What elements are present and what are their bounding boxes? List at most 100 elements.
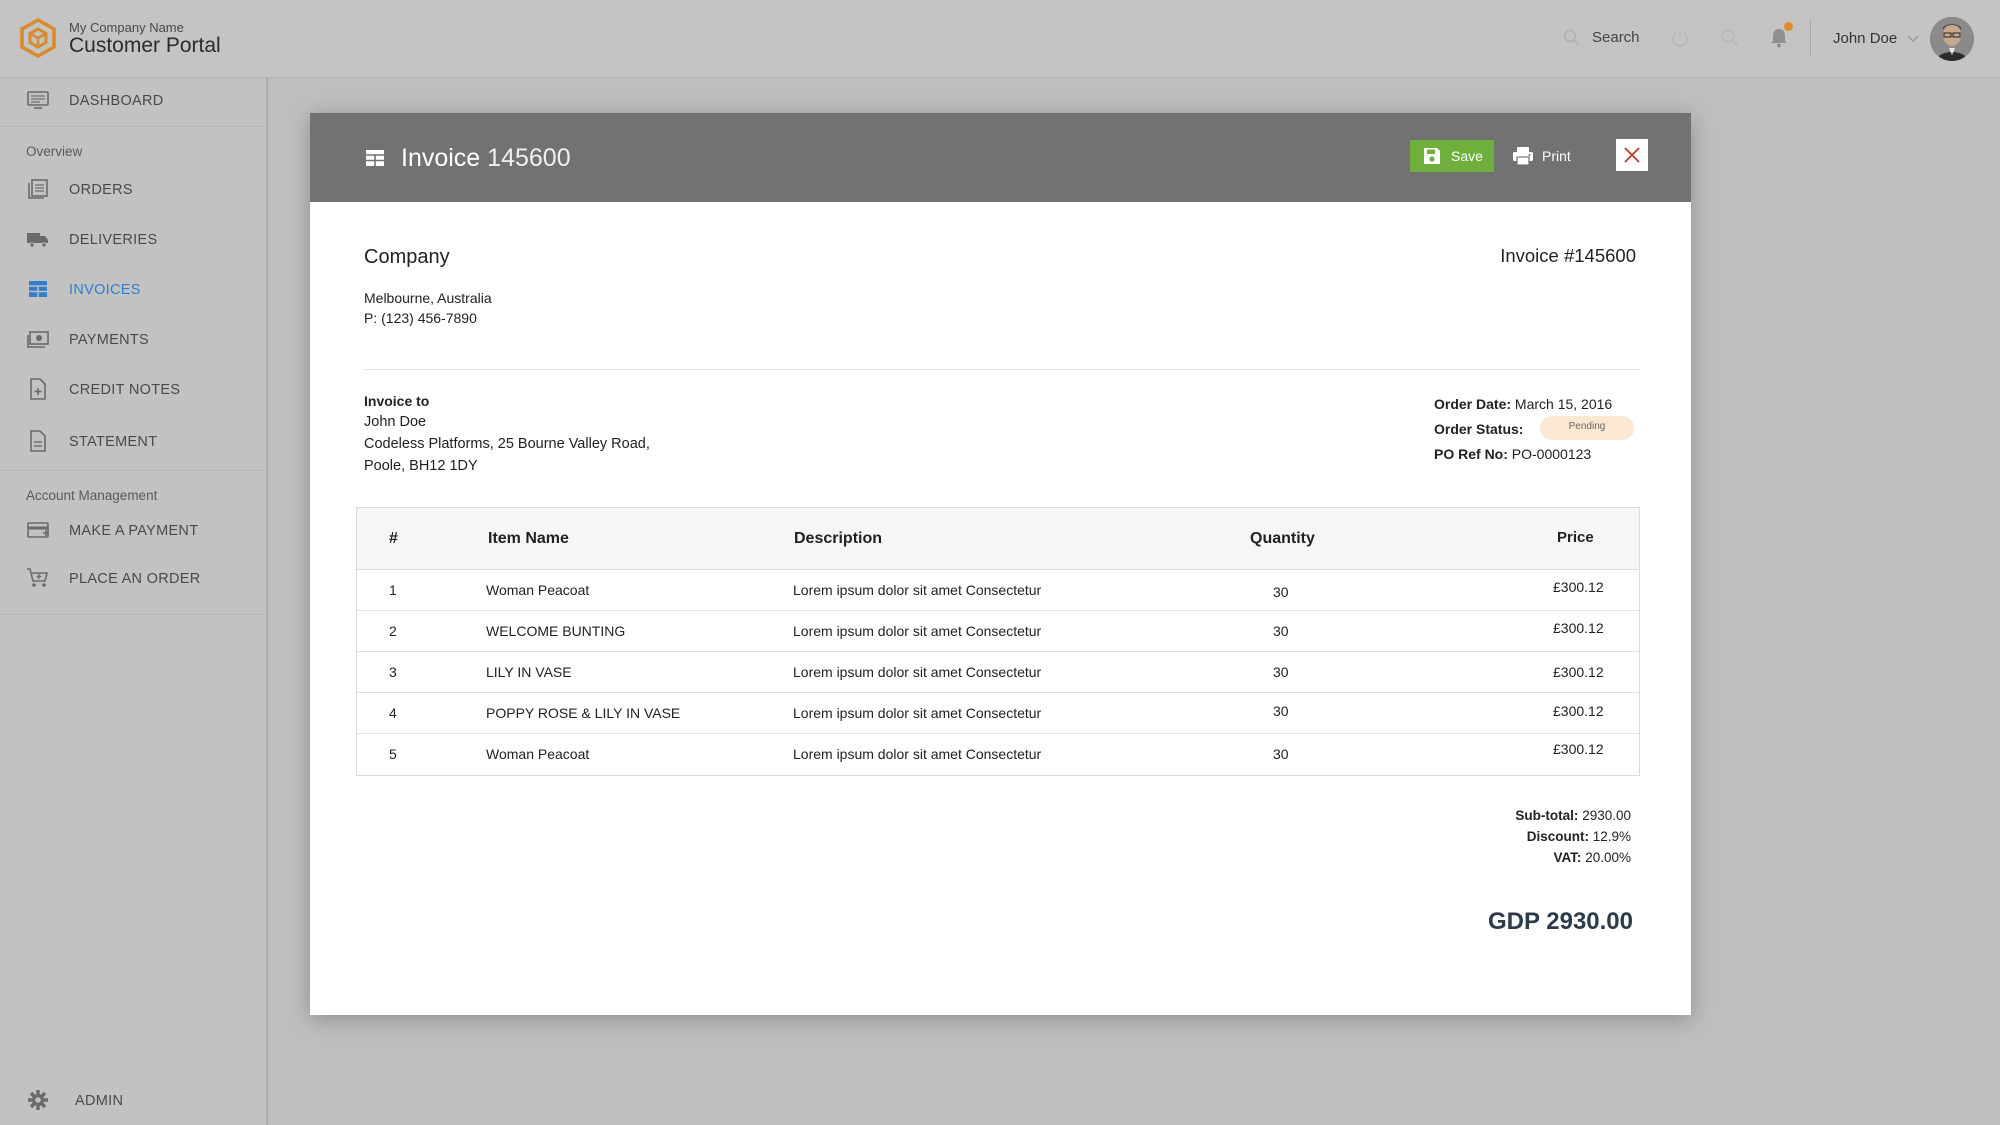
- sidebar-item-invoices[interactable]: INVOICES: [0, 267, 266, 311]
- close-button[interactable]: [1616, 139, 1648, 171]
- company-name-heading: Company: [364, 246, 450, 268]
- header-divider: [1810, 20, 1811, 56]
- sidebar-item-orders[interactable]: ORDERS: [0, 167, 266, 211]
- row-description: Lorem ipsum dolor sit amet Consectetur: [793, 705, 1042, 721]
- modal-title: Invoice 145600: [401, 144, 571, 173]
- invoice-modal: Invoice 145600 Save Print Company Melbou…: [310, 113, 1691, 1015]
- bill-to-address-line1: Codeless Platforms, 25 Bourne Valley Roa…: [364, 436, 650, 452]
- sidebar-item-label: DASHBOARD: [69, 93, 164, 109]
- company-phone: P: (123) 456-7890: [364, 310, 477, 326]
- row-quantity: 30: [1273, 746, 1289, 762]
- company-name: My Company Name: [69, 20, 184, 35]
- sidebar-item-dashboard[interactable]: DASHBOARD: [0, 78, 266, 122]
- modal-header: Invoice 145600 Save Print: [310, 113, 1691, 202]
- user-name[interactable]: John Doe: [1833, 30, 1897, 47]
- subtotal-label: Sub-total:: [1515, 808, 1579, 823]
- bill-to-name: John Doe: [364, 414, 427, 430]
- row-item-name: Woman Peacoat: [486, 746, 590, 762]
- power-icon[interactable]: [1668, 26, 1692, 50]
- card-icon: [27, 522, 49, 538]
- search-label[interactable]: Search: [1592, 29, 1640, 46]
- table-header: # Item Name Description Quantity Price: [357, 508, 1639, 570]
- row-quantity: 30: [1273, 703, 1289, 719]
- row-quantity: 30: [1273, 623, 1289, 639]
- section-divider: [364, 369, 1640, 370]
- row-number: 1: [389, 582, 397, 598]
- table-row[interactable]: 1 Woman Peacoat Lorem ipsum dolor sit am…: [357, 570, 1639, 611]
- subtotal: Sub-total: 2930.00: [1515, 808, 1631, 823]
- document-icon: [30, 430, 46, 452]
- sidebar-item-credit-notes[interactable]: CREDIT NOTES: [0, 367, 266, 411]
- invoice-to-heading: Invoice to: [364, 393, 430, 409]
- search-alt-icon[interactable]: [1718, 26, 1742, 50]
- sidebar-item-label: ADMIN: [75, 1093, 124, 1109]
- sidebar-item-make-a-payment[interactable]: MAKE A PAYMENT: [0, 508, 266, 552]
- company-address: Melbourne, Australia: [364, 290, 492, 306]
- subtotal-value: 2930.00: [1582, 808, 1631, 823]
- status-badge: Pending: [1540, 416, 1634, 440]
- invoice-items-table: # Item Name Description Quantity Price 1…: [356, 507, 1640, 776]
- column-header-description: Description: [794, 530, 883, 547]
- save-button[interactable]: Save: [1410, 140, 1494, 172]
- row-price: £300.12: [1553, 664, 1604, 680]
- po-ref-value: PO-0000123: [1511, 446, 1592, 462]
- sidebar-item-label: DELIVERIES: [69, 232, 158, 248]
- column-header-quantity: Quantity: [1250, 530, 1315, 547]
- po-ref-label: PO Ref No:: [1434, 446, 1508, 462]
- sidebar-item-payments[interactable]: PAYMENTS: [0, 317, 266, 361]
- save-button-label: Save: [1451, 148, 1483, 164]
- row-description: Lorem ipsum dolor sit amet Consectetur: [793, 582, 1042, 598]
- company-logo-icon[interactable]: [20, 18, 56, 58]
- row-price: £300.12: [1553, 620, 1604, 636]
- modal-title-label: Invoice: [401, 144, 481, 172]
- grand-total: GDP 2930.00: [1488, 908, 1633, 935]
- sidebar-item-admin[interactable]: ADMIN: [0, 1078, 266, 1122]
- list-icon: [28, 179, 48, 199]
- save-icon: [1424, 148, 1440, 164]
- table-row[interactable]: 5 Woman Peacoat Lorem ipsum dolor sit am…: [357, 734, 1639, 775]
- print-button[interactable]: Print: [1512, 140, 1582, 172]
- row-price: £300.12: [1553, 703, 1604, 719]
- vat: VAT: 20.00%: [1553, 850, 1631, 865]
- sidebar-item-deliveries[interactable]: DELIVERIES: [0, 217, 266, 261]
- note-add-icon: [30, 378, 46, 400]
- sidebar-item-label: CREDIT NOTES: [69, 382, 181, 398]
- printer-icon: [1513, 147, 1533, 166]
- sidebar-item-statement[interactable]: STATEMENT: [0, 419, 266, 463]
- gear-icon: [28, 1090, 48, 1110]
- column-header-price: Price: [1557, 529, 1594, 546]
- sidebar-item-place-an-order[interactable]: PLACE AN ORDER: [0, 556, 266, 600]
- notification-dot: [1784, 22, 1793, 31]
- top-bar: My Company Name Customer Portal Search J…: [0, 0, 2000, 78]
- sidebar-item-label: ORDERS: [69, 182, 133, 198]
- portal-title: Customer Portal: [69, 34, 221, 57]
- row-number: 5: [389, 746, 397, 762]
- table-row[interactable]: 4 POPPY ROSE & LILY IN VASE Lorem ipsum …: [357, 693, 1639, 734]
- search-icon[interactable]: [1562, 28, 1582, 48]
- invoice-number: Invoice #145600: [1500, 245, 1636, 266]
- bill-to-address-line2: Poole, BH12 1DY: [364, 458, 478, 474]
- order-status-label: Order Status:: [1434, 421, 1524, 437]
- row-number: 2: [389, 623, 397, 639]
- sidebar-separator: [0, 126, 266, 127]
- sidebar-item-label: PLACE AN ORDER: [69, 571, 201, 587]
- sidebar: DASHBOARD Overview ORDERS DELIVERIES INV…: [0, 78, 268, 1125]
- sidebar-item-label: MAKE A PAYMENT: [69, 523, 199, 539]
- sidebar-separator: [0, 470, 266, 471]
- row-price: £300.12: [1553, 741, 1604, 757]
- vat-label: VAT:: [1553, 850, 1582, 865]
- po-ref: PO Ref No: PO-0000123: [1434, 446, 1591, 462]
- sidebar-separator: [0, 614, 266, 615]
- row-item-name: POPPY ROSE & LILY IN VASE: [486, 705, 681, 721]
- cart-icon: [27, 568, 49, 587]
- table-row[interactable]: 3 LILY IN VASE Lorem ipsum dolor sit ame…: [357, 652, 1639, 693]
- row-description: Lorem ipsum dolor sit amet Consectetur: [793, 664, 1042, 680]
- order-date: Order Date: March 15, 2016: [1434, 396, 1612, 412]
- discount: Discount: 12.9%: [1527, 829, 1631, 844]
- truck-icon: [27, 233, 48, 248]
- modal-title-number: 145600: [487, 144, 571, 172]
- row-quantity: 30: [1273, 664, 1289, 680]
- avatar[interactable]: [1930, 17, 1974, 61]
- table-row[interactable]: 2 WELCOME BUNTING Lorem ipsum dolor sit …: [357, 611, 1639, 652]
- chevron-down-icon[interactable]: [1906, 32, 1920, 46]
